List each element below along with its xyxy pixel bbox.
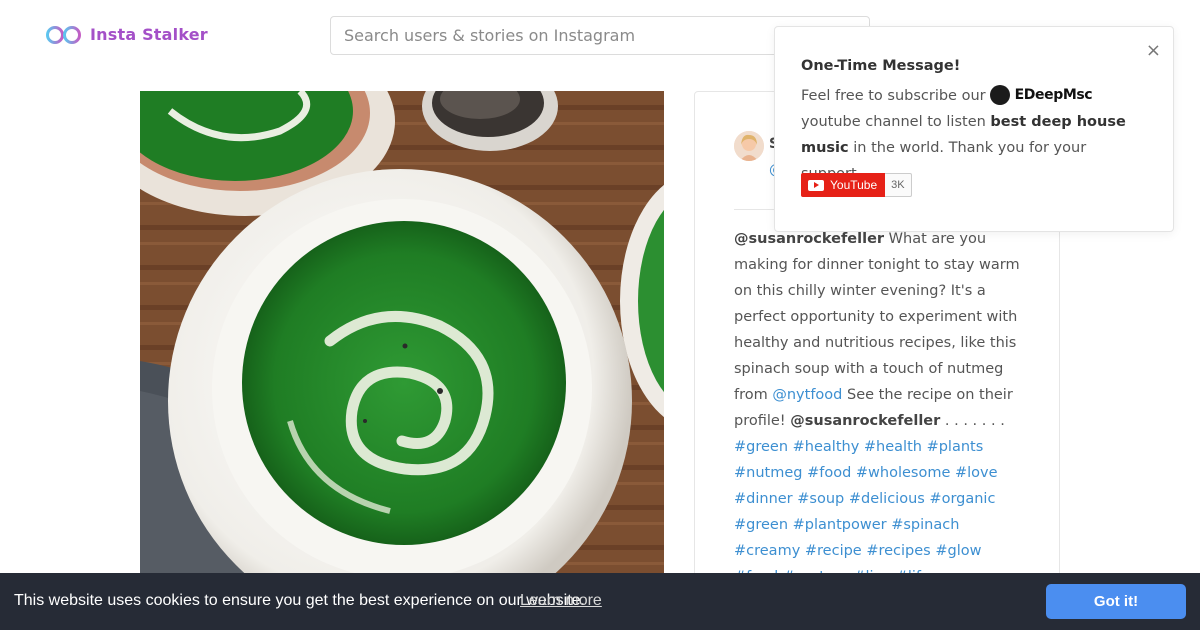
- brand-logo[interactable]: EDeepMsc: [989, 82, 1093, 108]
- youtube-button[interactable]: YouTube: [801, 173, 886, 197]
- hashtag-link[interactable]: #glow: [935, 543, 981, 559]
- popup-body: Feel free to subscribe our EDeepMsc youtub…: [801, 83, 1151, 187]
- hashtag-link[interactable]: #green: [734, 517, 788, 533]
- learn-more-link[interactable]: Learn more: [520, 592, 602, 610]
- logo-text: Insta Stalker: [90, 24, 208, 44]
- popup-text-2: youtube channel to listen: [801, 114, 986, 130]
- cookie-banner: This website uses cookies to ensure you …: [0, 573, 1200, 630]
- hashtag-link[interactable]: #healthy: [793, 439, 860, 455]
- youtube-play-icon: [808, 179, 824, 191]
- got-it-button[interactable]: Got it!: [1046, 584, 1186, 619]
- popup-title: One-Time Message!: [801, 58, 961, 74]
- hashtag-link[interactable]: #soup: [797, 491, 844, 507]
- hashtag-link[interactable]: #plants: [927, 439, 984, 455]
- caption-mention[interactable]: @nytfood: [772, 387, 842, 403]
- hashtag-link[interactable]: #wholesome: [856, 465, 951, 481]
- caption-text: What are you making for dinner tonight t…: [734, 231, 1020, 403]
- hashtag-link[interactable]: #recipes: [866, 543, 930, 559]
- cookie-message: This website uses cookies to ensure you …: [14, 592, 585, 609]
- youtube-label: YouTube: [830, 178, 878, 192]
- youtube-subscribe[interactable]: YouTube 3K: [801, 173, 912, 197]
- post-caption: @susanrockefeller What are you making fo…: [734, 226, 1026, 616]
- hashtag-link[interactable]: #creamy: [734, 543, 800, 559]
- brand-icon: [989, 85, 1010, 105]
- avatar[interactable]: [734, 131, 764, 161]
- brand-name: EDeepMsc: [1014, 87, 1093, 103]
- hashtag-link[interactable]: #love: [955, 465, 998, 481]
- caption-author[interactable]: @susanrockefeller: [734, 231, 884, 247]
- close-icon[interactable]: ×: [1146, 42, 1161, 60]
- hashtag-link[interactable]: #food: [807, 465, 851, 481]
- hashtag-link[interactable]: #recipe: [805, 543, 862, 559]
- one-time-message-popup: × One-Time Message! Feel free to subscri…: [774, 26, 1174, 232]
- hashtag-link[interactable]: #plantpower: [793, 517, 887, 533]
- subscriber-count: 3K: [885, 173, 912, 197]
- hashtag-link[interactable]: #health: [864, 439, 922, 455]
- hashtag-link[interactable]: #organic: [929, 491, 995, 507]
- caption-author-2[interactable]: @susanrockefeller: [790, 413, 940, 429]
- hashtag-link[interactable]: #nutmeg: [734, 465, 802, 481]
- hashtag-link[interactable]: #spinach: [891, 517, 959, 533]
- hashtag-link[interactable]: #green: [734, 439, 788, 455]
- popup-text-1: Feel free to subscribe our: [801, 88, 986, 104]
- infinity-logo-icon: [46, 26, 81, 44]
- hashtag-link[interactable]: #dinner: [734, 491, 793, 507]
- site-logo[interactable]: Insta Stalker: [45, 22, 208, 46]
- caption-dots: . . . . . . .: [940, 413, 1005, 429]
- hashtag-link[interactable]: #delicious: [849, 491, 925, 507]
- post-image: [140, 91, 664, 573]
